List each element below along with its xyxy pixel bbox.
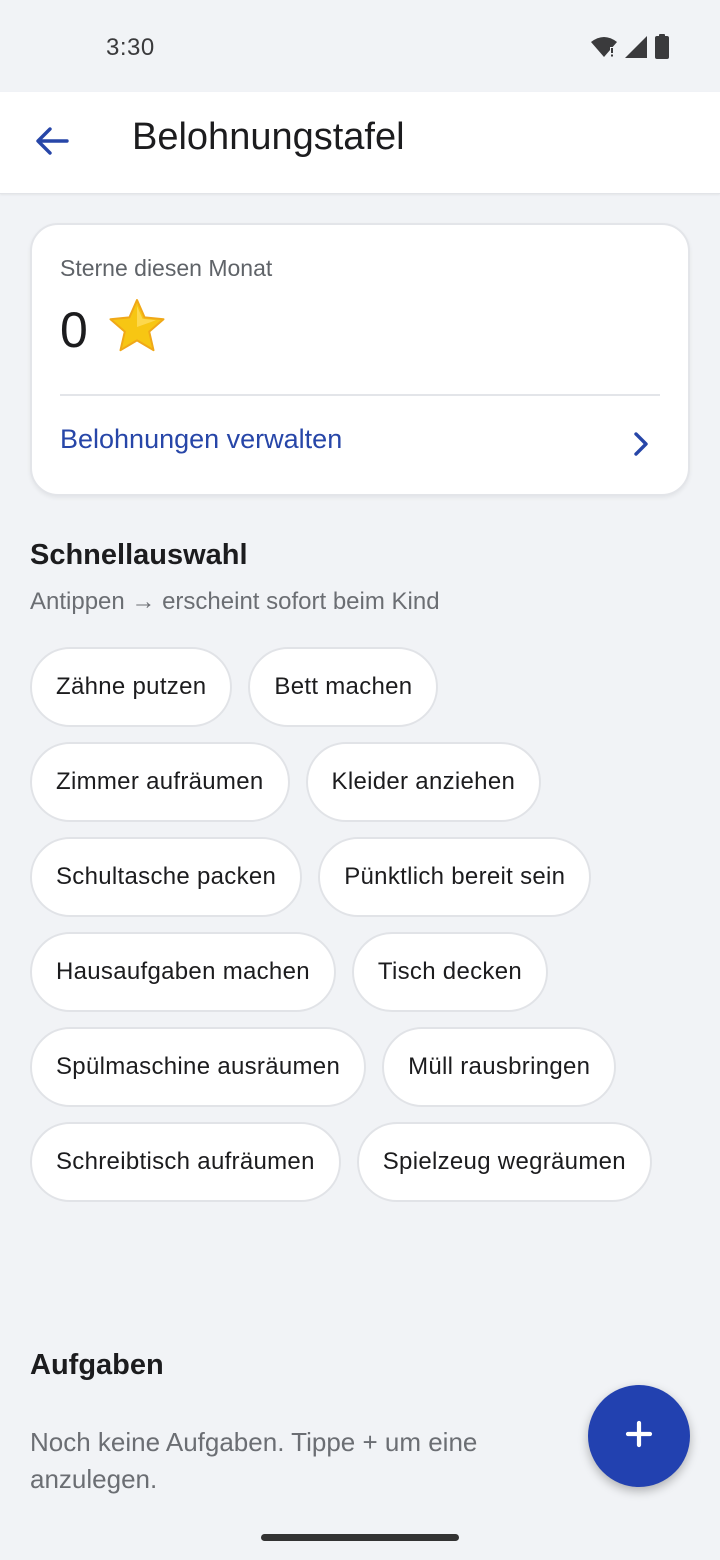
stars-card: Sterne diesen Monat 0 Belohnungen verwal… xyxy=(30,223,690,496)
status-time: 3:30 xyxy=(106,34,155,61)
manage-rewards-label: Belohnungen verwalten xyxy=(60,424,343,454)
back-button[interactable] xyxy=(28,119,76,167)
stars-row: 0 xyxy=(60,297,168,362)
chip-schreibtisch-aufraeumen[interactable]: Schreibtisch aufräumen xyxy=(30,1122,341,1202)
status-bar: 3:30 xyxy=(0,0,720,92)
quick-select-subtitle: Antippen → erscheint sofort beim Kind xyxy=(30,588,440,615)
chip-muell-rausbringen[interactable]: Müll rausbringen xyxy=(382,1027,617,1107)
tasks-empty-text: Noch keine Aufgaben. Tippe + um eine anz… xyxy=(30,1427,478,1494)
wifi-icon xyxy=(590,35,618,64)
chip-spielzeug-wegraeumen[interactable]: Spielzeug wegräumen xyxy=(356,1122,652,1202)
stars-label: Sterne diesen Monat xyxy=(60,255,273,281)
screen: 3:30 Belohnungstafel Sterne diesen Monat… xyxy=(0,0,720,1560)
chip-zimmer-aufraeumen[interactable]: Zimmer aufräumen xyxy=(30,742,290,822)
status-icons xyxy=(590,34,670,65)
home-indicator[interactable] xyxy=(261,1534,459,1541)
manage-rewards-link[interactable]: Belohnungen verwalten xyxy=(32,396,688,496)
chip-puenktlich-bereit-sein[interactable]: Pünktlich bereit sein xyxy=(318,837,592,917)
stars-count: 0 xyxy=(60,301,88,358)
chevron-right-icon xyxy=(632,431,650,462)
chip-spuelmaschine-ausraeumen[interactable]: Spülmaschine ausräumen xyxy=(30,1027,367,1107)
plus-icon xyxy=(624,1419,654,1454)
chip-tisch-decken[interactable]: Tisch decken xyxy=(351,932,548,1012)
arrow-left-icon xyxy=(35,126,69,161)
cell-signal-icon xyxy=(624,35,648,64)
app-bar: Belohnungstafel xyxy=(0,92,720,194)
quick-select-chips: Zähne putzen Bett machen Zimmer aufräume… xyxy=(30,647,690,1202)
chip-bett-machen[interactable]: Bett machen xyxy=(248,647,439,727)
battery-icon xyxy=(654,34,670,65)
star-icon xyxy=(106,297,168,362)
page-title: Belohnungstafel xyxy=(132,116,405,158)
tasks-title: Aufgaben xyxy=(30,1349,164,1381)
chip-zaehne-putzen[interactable]: Zähne putzen xyxy=(30,647,233,727)
quick-select-title: Schnellauswahl xyxy=(30,539,248,571)
add-task-button[interactable] xyxy=(588,1385,690,1487)
chip-kleider-anziehen[interactable]: Kleider anziehen xyxy=(305,742,542,822)
chip-hausaufgaben-machen[interactable]: Hausaufgaben machen xyxy=(30,932,336,1012)
chip-schultasche-packen[interactable]: Schultasche packen xyxy=(30,837,303,917)
